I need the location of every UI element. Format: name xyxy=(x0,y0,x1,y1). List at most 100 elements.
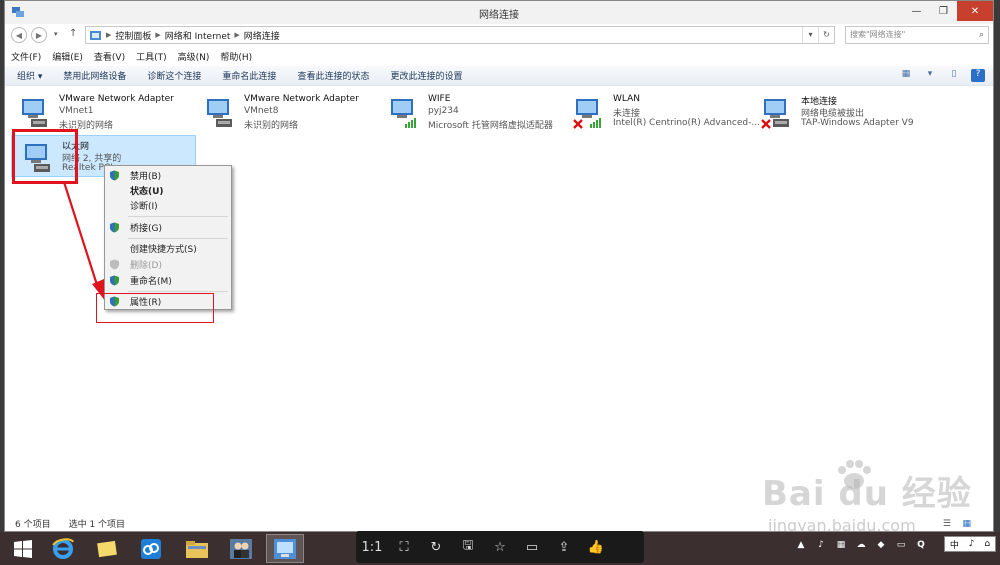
tray-arrow-icon[interactable]: ▲ xyxy=(794,540,808,554)
close-button[interactable]: ✕ xyxy=(957,1,993,21)
menu-view[interactable]: 查看(V) xyxy=(94,50,125,63)
forward-button[interactable]: ▶ xyxy=(31,27,47,43)
chevron-right-icon: ▶ xyxy=(106,31,112,39)
windows-logo-icon xyxy=(14,539,32,558)
search-icon[interactable]: ⌕ xyxy=(979,27,984,43)
rename-button[interactable]: 重命名此连接 xyxy=(222,69,276,82)
minimize-button[interactable]: — xyxy=(903,1,930,21)
tray-q-icon[interactable]: Q xyxy=(914,540,928,554)
taskbar-file-explorer[interactable] xyxy=(178,534,216,563)
image-viewer-toolbar: 1:1 ⛶ ↻ 🖫 ☆ ▭ ⇪ 👍 xyxy=(356,531,644,563)
address-bar-row: ◀ ▶ ▾ ↑ ▶ 控制面板 ▶ 网络和 Internet ▶ 网络连接 ▾ ↻… xyxy=(5,24,993,46)
internet-explorer-icon xyxy=(52,537,74,559)
arrow-right-icon: ▶ xyxy=(35,30,43,40)
taskbar-app-blue[interactable] xyxy=(132,534,170,563)
favorite-button[interactable]: ☆ xyxy=(484,540,516,555)
slideshow-button[interactable]: ▭ xyxy=(516,540,548,555)
menu-edit[interactable]: 编辑(E) xyxy=(52,50,83,63)
actual-size-button[interactable]: 1:1 xyxy=(356,540,388,555)
menu-item-rename[interactable]: 重命名(M) xyxy=(105,273,231,288)
taskbar-notes[interactable] xyxy=(88,534,126,563)
preview-pane-icon[interactable]: ▯ xyxy=(947,69,961,82)
view-dropdown-icon[interactable]: ▾ xyxy=(923,69,937,82)
title-bar: 网络连接 — ❐ ✕ xyxy=(5,1,993,24)
taskbar-ie[interactable] xyxy=(44,534,82,563)
menu-item-delete: 删除(D) xyxy=(105,257,231,272)
refresh-icon[interactable]: ↻ xyxy=(818,27,834,43)
menu-separator xyxy=(128,216,228,217)
taskbar-network-connections[interactable] xyxy=(266,534,304,563)
recent-dropdown-icon[interactable]: ▾ xyxy=(54,30,58,38)
fit-screen-button[interactable]: ⛶ xyxy=(388,540,420,555)
cloud-app-icon xyxy=(141,538,161,559)
ime-chinese-mode[interactable]: 中 xyxy=(950,538,959,551)
share-button[interactable]: ⇪ xyxy=(548,540,580,555)
highlight-properties-item xyxy=(96,293,214,323)
menu-bar: 文件(F) 编辑(E) 查看(V) 工具(T) 高级(N) 帮助(H) xyxy=(5,48,993,65)
up-button[interactable]: ↑ xyxy=(69,28,77,39)
disable-device-button[interactable]: 禁用此网络设备 xyxy=(63,69,126,82)
diagnose-button[interactable]: 诊断这个连接 xyxy=(147,69,201,82)
change-view-icon[interactable]: ▦ xyxy=(899,69,913,82)
connection-status: Intel(R) Centrino(R) Advanced-... xyxy=(613,118,760,128)
menu-item-create-shortcut[interactable]: 创建快捷方式(S) xyxy=(105,241,231,256)
uac-shield-icon xyxy=(110,222,119,233)
ime-toolbar[interactable]: 中 ♪ ⌂ xyxy=(944,536,996,552)
people-photo-icon xyxy=(230,538,252,559)
view-status-button[interactable]: 查看此连接的状态 xyxy=(297,69,369,82)
save-button[interactable]: 🖫 xyxy=(452,536,484,558)
breadcrumb-network-internet[interactable]: 网络和 Internet xyxy=(165,29,231,42)
breadcrumb-control-panel[interactable]: 控制面板 xyxy=(115,29,151,42)
menu-help[interactable]: 帮助(H) xyxy=(220,50,252,63)
menu-tools[interactable]: 工具(T) xyxy=(136,50,167,63)
connection-vmnet1[interactable]: VMware Network Adapter VMnet1 未识别的网络 xyxy=(9,91,189,133)
tray-monitor-icon[interactable]: ▭ xyxy=(894,540,908,554)
menu-item-label: 状态(U) xyxy=(130,187,164,197)
menu-file[interactable]: 文件(F) xyxy=(11,50,41,63)
menu-item-label: 重命名(M) xyxy=(130,277,172,287)
view-controls: ▦ ▾ ▯ ? xyxy=(899,69,985,82)
search-input[interactable]: 搜索"网络连接" ⌕ xyxy=(845,26,989,44)
menu-item-label: 诊断(I) xyxy=(130,202,158,212)
start-button[interactable] xyxy=(4,534,42,563)
maximize-button[interactable]: ❐ xyxy=(930,1,957,21)
menu-separator xyxy=(128,238,228,239)
menu-item-bridge[interactable]: 桥接(G) xyxy=(105,220,231,235)
tray-cloud-icon[interactable]: ☁ xyxy=(854,540,868,554)
connection-name-line1: WLAN xyxy=(613,94,641,104)
ime-punctuation[interactable]: ♪ xyxy=(969,539,975,549)
menu-item-label: 创建快捷方式(S) xyxy=(130,245,197,255)
chevron-right-icon: ▶ xyxy=(155,31,161,39)
taskbar-photos[interactable] xyxy=(222,534,260,563)
menu-item-label: 删除(D) xyxy=(130,261,162,271)
connection-vmnet8[interactable]: VMware Network Adapter VMnet8 未识别的网络 xyxy=(194,91,374,133)
tray-volume-icon[interactable]: ♪ xyxy=(814,540,828,554)
uac-shield-icon xyxy=(110,259,119,270)
rotate-button[interactable]: ↻ xyxy=(420,540,452,555)
menu-item-disable[interactable]: 禁用(B) xyxy=(105,168,231,183)
tray-network-icon[interactable]: ▦ xyxy=(834,540,848,554)
connection-wife[interactable]: WIFE pyj234 Microsoft 托管网络虚拟适配器 xyxy=(378,91,558,133)
address-dropdown-icon[interactable]: ▾ xyxy=(802,27,818,43)
organize-button[interactable]: 组织 ▾ xyxy=(17,69,42,82)
tray-shield-icon[interactable]: ◆ xyxy=(874,540,888,554)
control-panel-icon xyxy=(90,30,101,40)
connection-name-line1: WIFE xyxy=(428,94,451,104)
connection-name-line1: VMware Network Adapter xyxy=(59,94,174,104)
breadcrumb-network-connections[interactable]: 网络连接 xyxy=(244,29,280,42)
connection-status: 未识别的网络 xyxy=(244,121,299,131)
connection-wlan[interactable]: WLAN 未连接 Intel(R) Centrino(R) Advanced-.… xyxy=(563,91,760,133)
connection-local[interactable]: 本地连接 网络电缆被拔出 TAP-Windows Adapter V9 xyxy=(751,91,931,133)
menu-item-diagnose[interactable]: 诊断(I) xyxy=(105,198,231,213)
menu-item-status[interactable]: 状态(U) xyxy=(105,183,231,198)
help-icon[interactable]: ? xyxy=(971,69,985,82)
back-button[interactable]: ◀ xyxy=(11,27,27,43)
ime-settings[interactable]: ⌂ xyxy=(984,539,990,549)
address-field[interactable]: ▶ 控制面板 ▶ 网络和 Internet ▶ 网络连接 ▾ ↻ xyxy=(85,26,835,44)
change-settings-button[interactable]: 更改此连接的设置 xyxy=(390,69,462,82)
selected-count: 选中 1 个项目 xyxy=(68,520,126,530)
menu-advanced[interactable]: 高级(N) xyxy=(178,50,210,63)
connection-name-line2: VMnet1 xyxy=(59,106,94,116)
like-button[interactable]: 👍 xyxy=(580,540,612,555)
command-bar: 组织 ▾ 禁用此网络设备 诊断这个连接 重命名此连接 查看此连接的状态 更改此连… xyxy=(5,66,993,86)
